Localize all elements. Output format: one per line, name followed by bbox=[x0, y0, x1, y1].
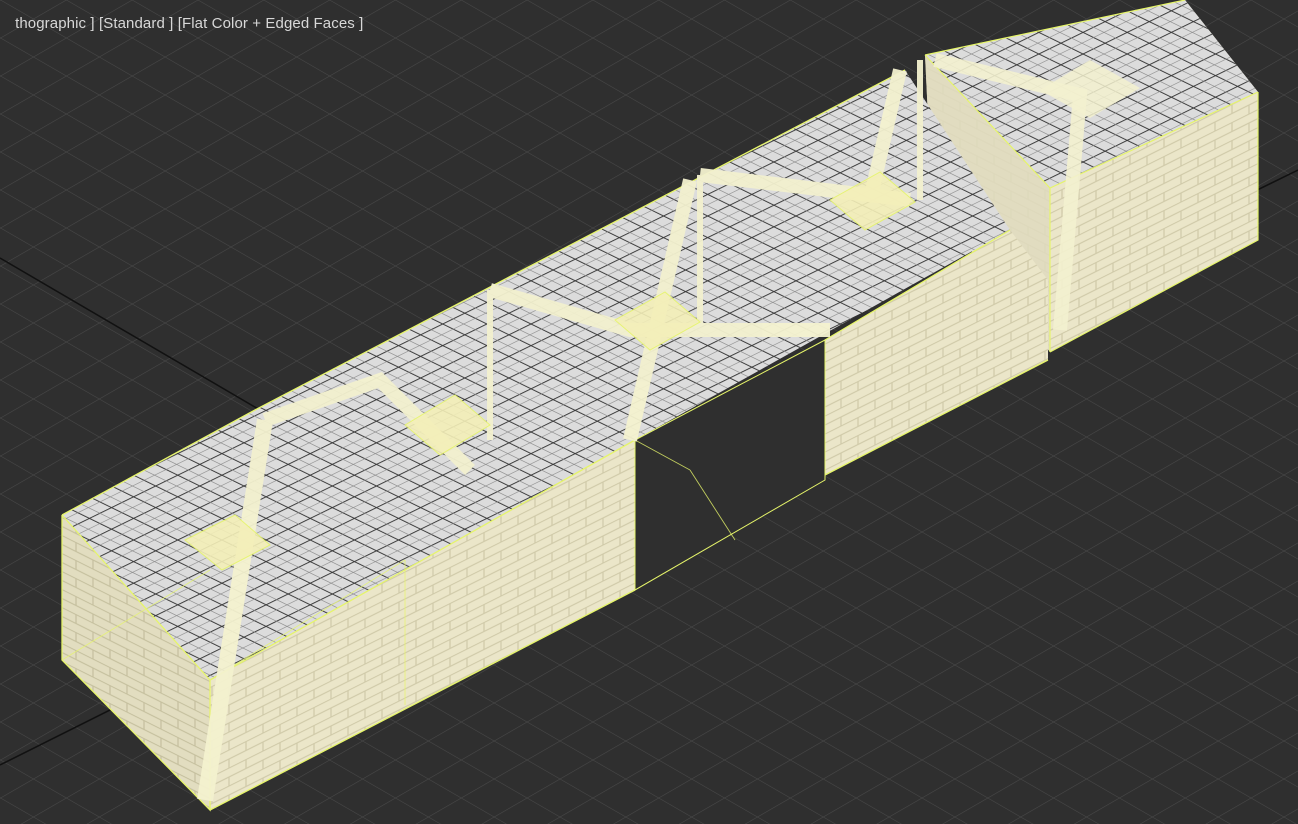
display-mode-menu[interactable]: Flat Color + Edged Faces bbox=[182, 15, 355, 32]
label-sep-1: ] [ bbox=[86, 15, 104, 32]
scene-canvas[interactable] bbox=[0, 0, 1298, 824]
perspective-viewport[interactable]: thographic ] [Standard ] [Flat Color + E… bbox=[0, 0, 1298, 824]
shading-style-menu[interactable]: Standard bbox=[103, 15, 165, 32]
label-sep-2: ] [ bbox=[164, 15, 182, 32]
label-sep-3: ] bbox=[354, 15, 364, 32]
view-type-menu[interactable]: thographic bbox=[15, 15, 86, 32]
viewport-label-bar: thographic ] [Standard ] [Flat Color + E… bbox=[0, 0, 363, 51]
